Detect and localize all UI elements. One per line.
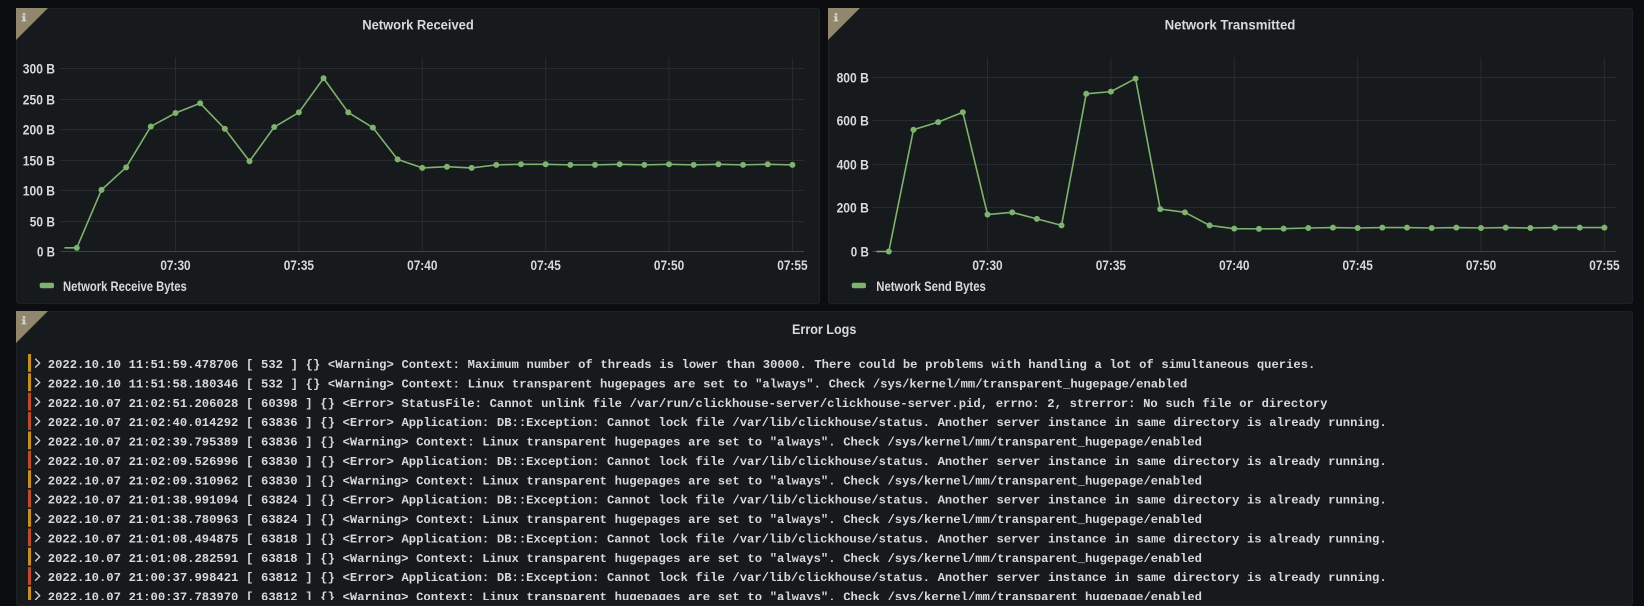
svg-text:200 B: 200 B [23, 123, 55, 139]
svg-text:250 B: 250 B [23, 93, 55, 109]
svg-text:200 B: 200 B [837, 201, 869, 217]
svg-text:2022.10.07 21:02:40.014292 [ 6: 2022.10.07 21:02:40.014292 [ 63836 ] {} … [48, 416, 1387, 430]
svg-text:0 B: 0 B [851, 245, 869, 261]
svg-text:2022.10.07 21:00:37.998421 [ 6: 2022.10.07 21:00:37.998421 [ 63812 ] {} … [48, 571, 1387, 585]
svg-text:Error Logs: Error Logs [792, 322, 856, 338]
svg-text:07:40: 07:40 [1219, 258, 1249, 274]
svg-text:07:35: 07:35 [1096, 258, 1126, 274]
svg-text:150 B: 150 B [23, 154, 55, 170]
svg-text:07:30: 07:30 [972, 258, 1002, 274]
svg-text:2022.10.07 21:01:08.494875 [ 6: 2022.10.07 21:01:08.494875 [ 63818 ] {} … [48, 532, 1387, 546]
svg-text:2022.10.07 21:02:51.206028 [ 6: 2022.10.07 21:02:51.206028 [ 60398 ] {} … [48, 397, 1328, 411]
svg-text:2022.10.07 21:02:39.795389 [ 6: 2022.10.07 21:02:39.795389 [ 63836 ] {} … [48, 436, 1202, 450]
svg-text:2022.10.07 21:01:38.780963 [ 6: 2022.10.07 21:01:38.780963 [ 63824 ] {} … [48, 513, 1202, 527]
svg-text:600 B: 600 B [837, 114, 869, 130]
svg-text:100 B: 100 B [23, 184, 55, 200]
svg-text:Network Receive Bytes: Network Receive Bytes [63, 279, 187, 295]
svg-text:07:45: 07:45 [530, 258, 560, 274]
svg-text:50 B: 50 B [30, 215, 55, 231]
svg-text:07:30: 07:30 [160, 258, 190, 274]
svg-text:2022.10.07 21:01:38.991094 [ 6: 2022.10.07 21:01:38.991094 [ 63824 ] {} … [48, 494, 1387, 508]
svg-text:07:55: 07:55 [1589, 258, 1619, 274]
svg-text:Network Send Bytes: Network Send Bytes [876, 279, 986, 295]
svg-text:400 B: 400 B [837, 158, 869, 174]
svg-text:07:50: 07:50 [654, 258, 684, 274]
svg-text:Network Received: Network Received [362, 18, 474, 34]
svg-text:2022.10.07 21:02:09.526996 [ 6: 2022.10.07 21:02:09.526996 [ 63830 ] {} … [48, 455, 1387, 469]
svg-text:2022.10.07 21:01:08.282591 [ 6: 2022.10.07 21:01:08.282591 [ 63818 ] {} … [48, 552, 1202, 566]
svg-text:07:35: 07:35 [284, 258, 314, 274]
svg-text:2022.10.07 21:02:09.310962 [ 6: 2022.10.07 21:02:09.310962 [ 63830 ] {} … [48, 474, 1202, 488]
svg-text:Network Transmitted: Network Transmitted [1165, 18, 1296, 34]
svg-text:300 B: 300 B [23, 62, 55, 78]
svg-text:07:40: 07:40 [407, 258, 437, 274]
svg-text:07:50: 07:50 [1466, 258, 1496, 274]
svg-text:07:55: 07:55 [777, 258, 807, 274]
svg-text:2022.10.10 11:51:59.478706 [ 5: 2022.10.10 11:51:59.478706 [ 532 ] {} <W… [48, 358, 1316, 372]
svg-text:2022.10.07 21:00:37.783970 [ 6: 2022.10.07 21:00:37.783970 [ 63812 ] {} … [48, 591, 1202, 600]
svg-text:0 B: 0 B [37, 245, 55, 261]
svg-text:2022.10.10 11:51:58.180346 [ 5: 2022.10.10 11:51:58.180346 [ 532 ] {} <W… [48, 377, 1188, 391]
svg-text:800 B: 800 B [837, 71, 869, 87]
svg-text:07:45: 07:45 [1342, 258, 1372, 274]
